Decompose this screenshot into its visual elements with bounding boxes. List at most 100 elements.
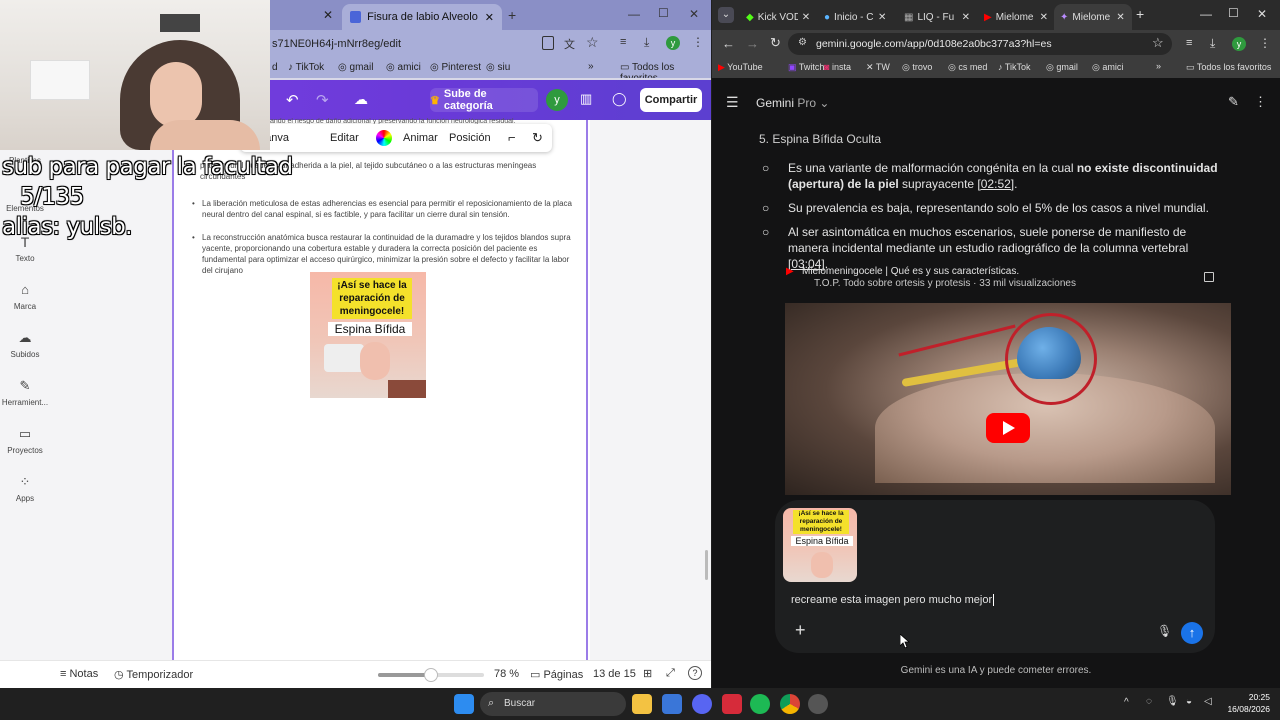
forward-icon[interactable]: →: [746, 36, 759, 51]
maximize-icon[interactable]: ☐: [1228, 6, 1239, 20]
app-icon[interactable]: [722, 694, 742, 714]
zoom-level[interactable]: 78 %: [494, 668, 519, 680]
notes-button[interactable]: ≡ Notas: [60, 668, 98, 680]
help-icon[interactable]: ?: [688, 666, 702, 680]
tab-active[interactable]: Fisura de labio Alveolo Palatina ✕: [342, 4, 502, 30]
url-text[interactable]: s71NE0H64j-mNrr8eg/edit: [272, 38, 401, 50]
analytics-icon[interactable]: ▥: [580, 91, 592, 107]
maximize-icon[interactable]: ☐: [658, 6, 669, 20]
sidebar-item-uploads[interactable]: ☁ Subidos: [0, 330, 50, 359]
more-options-icon[interactable]: ⋮: [1254, 94, 1267, 110]
bookmark-item[interactable]: ◎ amici: [1092, 62, 1123, 73]
attachment-thumbnail[interactable]: ¡Así se hace la reparación de meningocel…: [783, 508, 857, 582]
send-button[interactable]: ↑: [1181, 622, 1203, 644]
prompt-input[interactable]: recreame esta imagen pero mucho mejor: [791, 594, 995, 606]
bookmark-item[interactable]: ▣ Twitch: [788, 62, 824, 73]
chrome-icon[interactable]: [780, 694, 800, 714]
star-icon[interactable]: ☆: [1152, 35, 1164, 51]
discord-icon[interactable]: [692, 694, 712, 714]
chevron-right-icon[interactable]: »: [1156, 61, 1161, 71]
microphone-icon[interactable]: 🎙: [1157, 624, 1172, 638]
close-window-icon[interactable]: ✕: [689, 7, 699, 21]
bookmark-item[interactable]: ◙ insta: [824, 62, 851, 72]
translate-icon[interactable]: 文: [564, 36, 575, 52]
refresh-icon[interactable]: ↻: [532, 130, 543, 146]
volume-icon[interactable]: ◁: [1204, 696, 1212, 707]
thumbnail-image[interactable]: ¡Así se hace la reparación de meningocel…: [310, 272, 426, 398]
close-tab-icon[interactable]: ✕: [1040, 12, 1048, 23]
user-avatar[interactable]: y: [546, 89, 568, 111]
url-text[interactable]: gemini.google.com/app/0d108e2a0bc377a3?h…: [816, 38, 1052, 50]
pages-button[interactable]: ▭ Páginas: [530, 668, 583, 681]
panel-icon[interactable]: [1204, 272, 1214, 282]
redo-icon[interactable]: ↷: [316, 91, 329, 109]
app-icon[interactable]: [808, 694, 828, 714]
position-button[interactable]: Posición: [449, 132, 491, 144]
video-embed[interactable]: [785, 303, 1231, 495]
start-icon[interactable]: [454, 694, 474, 714]
close-tab-icon[interactable]: ✕: [1116, 12, 1124, 23]
zoom-slider[interactable]: [378, 668, 484, 682]
animate-button[interactable]: Animar: [403, 132, 438, 144]
all-bookmarks[interactable]: ▭ Todos los favoritos: [1186, 62, 1271, 73]
tab-item[interactable]: ▶ Mielome ✕: [978, 4, 1054, 30]
timer-button[interactable]: ◷ Temporizador: [114, 668, 193, 681]
new-tab-icon[interactable]: +: [1136, 6, 1144, 22]
color-wheel-icon[interactable]: [376, 130, 392, 146]
zoom-slider-handle[interactable]: [424, 668, 438, 682]
undo-icon[interactable]: ↶: [286, 91, 299, 109]
store-icon[interactable]: [662, 694, 682, 714]
canva-page[interactable]: ando el riesgo de daño adicional y prese…: [172, 118, 588, 660]
taskbar-search[interactable]: ⌕ Buscar: [480, 692, 626, 716]
star-icon[interactable]: ☆: [586, 34, 599, 51]
scrollbar[interactable]: [705, 550, 708, 580]
sidebar-item-tools[interactable]: ✎ Herramient...: [0, 378, 50, 407]
site-info-icon[interactable]: ⚙: [798, 37, 807, 48]
reload-icon[interactable]: ↻: [770, 35, 781, 51]
bookmark-item[interactable]: ◎ Pinterest: [430, 62, 481, 73]
media-icon[interactable]: ≡: [1186, 37, 1192, 49]
bookmark-item[interactable]: ◎ gmail: [1046, 62, 1078, 73]
chevron-up-icon[interactable]: ^: [1124, 697, 1129, 708]
bookmark-item[interactable]: ◎ gmail: [338, 62, 373, 73]
bookmark-item[interactable]: ◎ trovo: [902, 62, 932, 73]
new-tab-icon[interactable]: +: [508, 7, 516, 23]
timestamp-link[interactable]: [02:52]: [977, 177, 1014, 191]
bookmark-item[interactable]: ♪ TikTok: [998, 62, 1031, 72]
comment-icon[interactable]: ◯: [612, 91, 627, 107]
tab-item[interactable]: ● Inicio - C ✕: [818, 4, 898, 30]
video-title[interactable]: Mielomeningocele | Qué es y sus caracter…: [802, 266, 1019, 277]
clipboard-icon[interactable]: [542, 36, 554, 50]
model-selector[interactable]: Gemini Pro ⌄: [756, 96, 829, 110]
profile-avatar[interactable]: y: [1232, 37, 1246, 51]
sidebar-item-projects[interactable]: ▭ Proyectos: [0, 426, 50, 455]
back-icon[interactable]: ←: [722, 36, 735, 51]
profile-avatar[interactable]: y: [666, 36, 680, 50]
omnibox[interactable]: ⚙ gemini.google.com/app/0d108e2a0bc377a3…: [788, 33, 1172, 55]
share-button[interactable]: Compartir: [640, 88, 702, 112]
close-tab-icon[interactable]: ✕: [323, 8, 333, 22]
close-tab-icon[interactable]: ✕: [878, 12, 886, 23]
tab-item[interactable]: ▦ LIQ - Fu ✕: [898, 4, 976, 30]
fullscreen-icon[interactable]: ⤢: [666, 667, 675, 680]
close-tab-icon[interactable]: ✕: [802, 12, 810, 23]
network-icon[interactable]: ◒: [1186, 696, 1192, 707]
add-icon[interactable]: +: [795, 620, 806, 641]
spotify-icon[interactable]: [750, 694, 770, 714]
sidebar-item-apps[interactable]: ⁘ Apps: [0, 474, 50, 503]
grid-view-icon[interactable]: ⊞: [643, 667, 652, 680]
close-tab-icon[interactable]: ✕: [962, 12, 970, 23]
file-explorer-icon[interactable]: [632, 694, 652, 714]
play-button[interactable]: [986, 413, 1030, 443]
notification-icon[interactable]: ◌: [1146, 696, 1152, 707]
close-tab-icon[interactable]: ✕: [485, 11, 494, 24]
bookmark-item[interactable]: ▶ YouTube: [718, 62, 763, 73]
clock[interactable]: 20:25 16/08/2026: [1220, 691, 1270, 715]
bookmark-item[interactable]: ◎ amici: [386, 62, 421, 73]
edit-button[interactable]: Editar: [330, 132, 359, 144]
sidebar-item-brand[interactable]: ⌂ Marca: [0, 282, 50, 311]
tab-active[interactable]: ✦ Mielome ✕: [1054, 4, 1132, 30]
minimize-icon[interactable]: —: [628, 7, 640, 21]
more-menu-icon[interactable]: ⋮: [1259, 36, 1271, 50]
upgrade-button[interactable]: ♛ Sube de categoría: [430, 88, 538, 112]
